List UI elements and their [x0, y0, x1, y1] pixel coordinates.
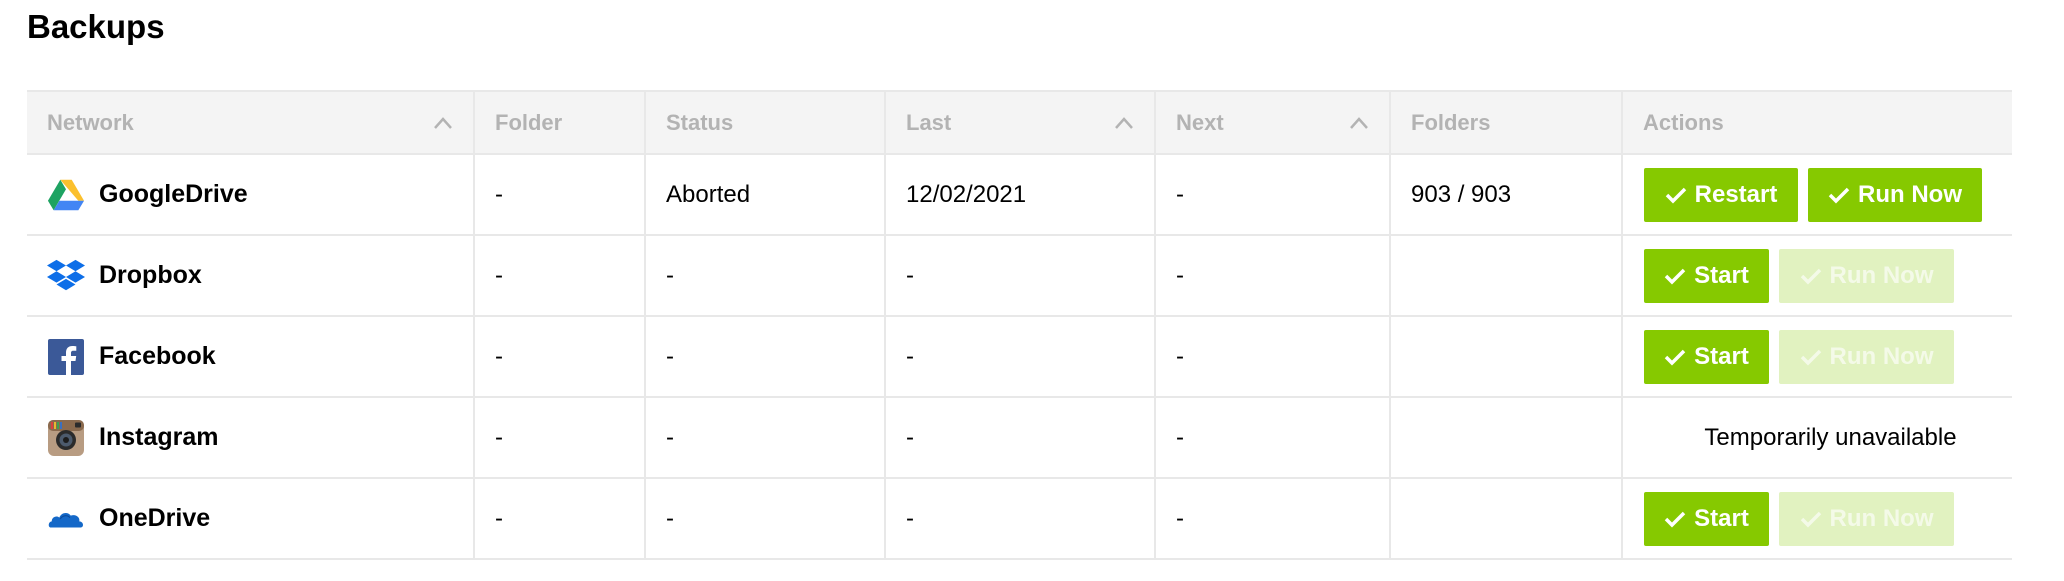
table-header-row: Network Folder Status Last Next Folders … — [27, 90, 2012, 155]
instagram-icon — [48, 419, 84, 456]
folder-cell: - — [473, 153, 646, 236]
sort-up-icon[interactable] — [1349, 116, 1369, 130]
status-cell: - — [644, 234, 886, 317]
column-header-next[interactable]: Next — [1154, 90, 1391, 155]
folder-cell: - — [473, 477, 646, 560]
check-icon — [1800, 349, 1821, 365]
column-header-last[interactable]: Last — [884, 90, 1156, 155]
next-cell: - — [1154, 315, 1391, 398]
next-cell: - — [1154, 477, 1391, 560]
run-now-button[interactable]: Run Now — [1779, 329, 1954, 384]
network-cell: OneDrive — [27, 477, 475, 560]
status-cell: Aborted — [644, 153, 886, 236]
column-header-folders: Folders — [1389, 90, 1623, 155]
actions-cell: Start Run Now — [1621, 234, 2012, 317]
last-cell: - — [884, 315, 1156, 398]
last-cell: 12/02/2021 — [884, 153, 1156, 236]
google-drive-icon — [47, 179, 85, 210]
actions-cell: Restart Run Now — [1621, 153, 2012, 236]
column-header-actions: Actions — [1621, 90, 2012, 155]
start-button[interactable]: Start — [1644, 329, 1769, 384]
last-cell: - — [884, 477, 1156, 560]
table-row: GoogleDrive - Aborted 12/02/2021 - 903 /… — [27, 153, 2012, 236]
table-row: Instagram - - - - Temporarily unavailabl… — [27, 396, 2012, 479]
start-button[interactable]: Start — [1644, 491, 1769, 546]
check-icon — [1800, 511, 1821, 527]
folders-cell — [1389, 477, 1623, 560]
next-cell: - — [1154, 234, 1391, 317]
folders-cell: 903 / 903 — [1389, 153, 1623, 236]
unavailable-text: Temporarily unavailable — [1704, 423, 1957, 451]
folder-cell: - — [473, 396, 646, 479]
run-now-button[interactable]: Run Now — [1779, 491, 1954, 546]
network-cell: Facebook — [27, 315, 475, 398]
network-cell: Dropbox — [27, 234, 475, 317]
folders-cell — [1389, 396, 1623, 479]
check-icon — [1828, 187, 1850, 203]
network-cell: Instagram — [27, 396, 475, 479]
table-row: Dropbox - - - - Start Run Now — [27, 234, 2012, 317]
folder-cell: - — [473, 234, 646, 317]
status-cell: - — [644, 315, 886, 398]
next-cell: - — [1154, 396, 1391, 479]
check-icon — [1664, 511, 1686, 527]
sort-up-icon[interactable] — [1114, 116, 1134, 130]
onedrive-icon — [48, 512, 84, 528]
last-cell: - — [884, 396, 1156, 479]
check-icon — [1800, 268, 1821, 284]
last-cell: - — [884, 234, 1156, 317]
check-icon — [1664, 349, 1686, 365]
network-name: GoogleDrive — [99, 180, 248, 208]
table-row: Facebook - - - - Start Run Now — [27, 315, 2012, 398]
restart-button[interactable]: Restart — [1644, 167, 1798, 222]
folders-cell — [1389, 315, 1623, 398]
run-now-button[interactable]: Run Now — [1808, 167, 1982, 222]
dropbox-icon — [47, 259, 85, 290]
network-name: OneDrive — [99, 504, 211, 532]
facebook-icon — [48, 338, 84, 375]
check-icon — [1665, 187, 1686, 203]
run-now-button[interactable]: Run Now — [1779, 248, 1954, 303]
network-cell: GoogleDrive — [27, 153, 475, 236]
actions-cell: Temporarily unavailable — [1621, 396, 2012, 479]
next-cell: - — [1154, 153, 1391, 236]
sort-up-icon[interactable] — [433, 116, 453, 130]
backups-table: Network Folder Status Last Next Folders … — [27, 90, 2012, 560]
folder-cell: - — [473, 315, 646, 398]
network-name: Dropbox — [99, 261, 202, 289]
status-cell: - — [644, 396, 886, 479]
network-name: Facebook — [99, 342, 216, 370]
check-icon — [1664, 268, 1686, 284]
folders-cell — [1389, 234, 1623, 317]
column-header-folder: Folder — [473, 90, 646, 155]
actions-cell: Start Run Now — [1621, 477, 2012, 560]
table-row: OneDrive - - - - Start Run Now — [27, 477, 2012, 560]
page-title: Backups — [27, 8, 165, 45]
start-button[interactable]: Start — [1644, 248, 1769, 303]
column-header-network[interactable]: Network — [27, 90, 475, 155]
actions-cell: Start Run Now — [1621, 315, 2012, 398]
status-cell: - — [644, 477, 886, 560]
network-name: Instagram — [99, 423, 219, 451]
column-header-status: Status — [644, 90, 886, 155]
